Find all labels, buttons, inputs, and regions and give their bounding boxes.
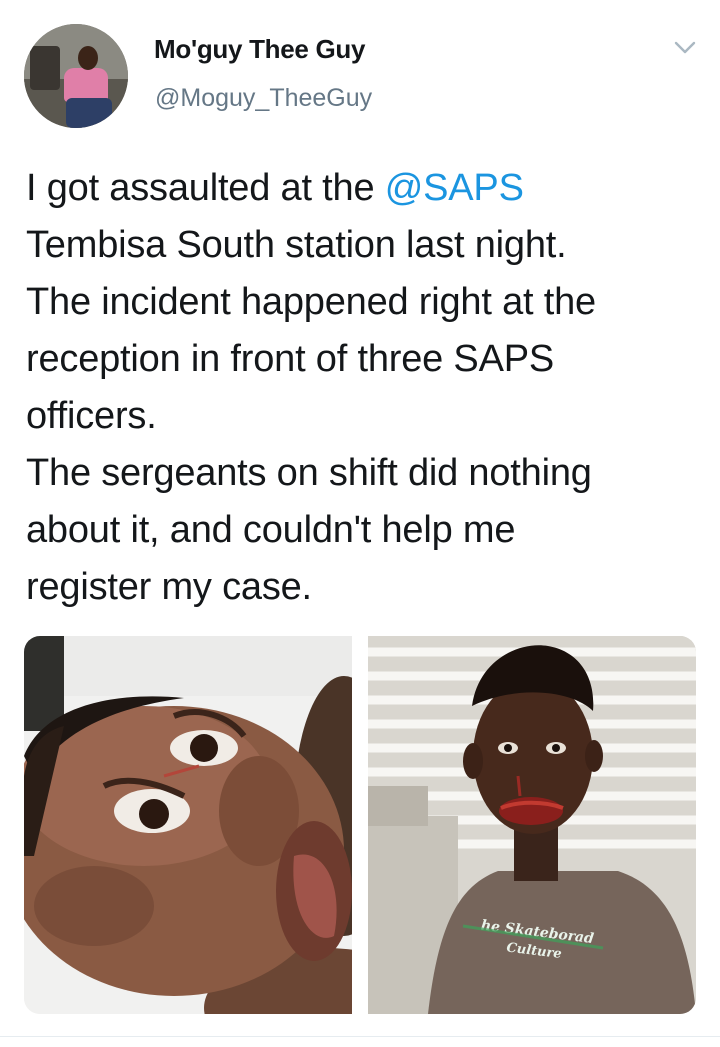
- photo-left-image: [24, 636, 352, 1014]
- avatar-shirt: [64, 68, 108, 102]
- mention-link[interactable]: @SAPS: [385, 167, 524, 209]
- tweet-card: Mo'guy Thee Guy @Moguy_TheeGuy I got ass…: [0, 0, 720, 1047]
- avatar-head: [78, 46, 98, 70]
- avatar[interactable]: [24, 24, 128, 128]
- tweet-text-intro: I got assaulted at the: [26, 167, 385, 209]
- author-handle[interactable]: @Moguy_TheeGuy: [155, 84, 372, 113]
- photo-right[interactable]: he Skateborad Culture: [368, 636, 696, 1014]
- tweet-text: I got assaulted at the @SAPS Tembisa Sou…: [26, 160, 710, 616]
- chevron-down-icon[interactable]: [672, 38, 698, 58]
- photo-right-image: he Skateborad Culture: [368, 636, 696, 1014]
- avatar-chair: [30, 46, 60, 90]
- avatar-legs: [66, 98, 112, 128]
- media-grid: he Skateborad Culture: [24, 636, 696, 1014]
- photo-left[interactable]: [24, 636, 352, 1014]
- author-display-name[interactable]: Mo'guy Thee Guy: [154, 34, 365, 65]
- tweet-text-body: Tembisa South station last night. The in…: [26, 224, 596, 608]
- divider: [0, 1036, 720, 1037]
